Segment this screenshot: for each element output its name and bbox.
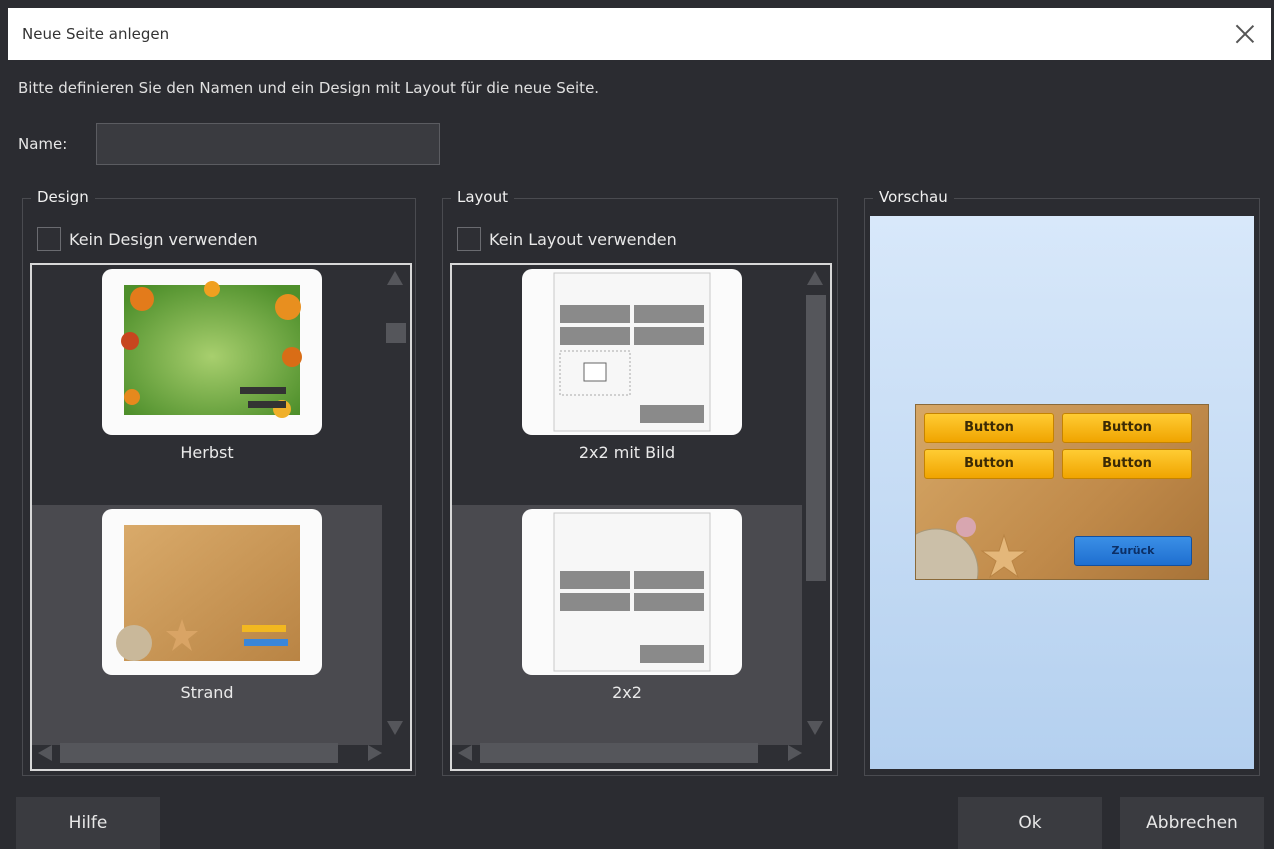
no-design-checkbox[interactable] <box>37 227 61 251</box>
scrollbar-thumb[interactable] <box>806 295 826 581</box>
layout-group-title: Layout <box>451 188 514 206</box>
scroll-up-icon[interactable] <box>807 271 823 285</box>
layout-item-2x2[interactable]: 2x2 <box>452 505 802 745</box>
design-group: Design Kein Design verwenden Herbst Stra… <box>22 188 416 776</box>
no-design-checkbox-row[interactable]: Kein Design verwenden <box>37 227 258 251</box>
layout-group: Layout Kein Layout verwenden 2x2 mit Bil… <box>442 188 838 776</box>
design-group-title: Design <box>31 188 95 206</box>
preview-button: Button <box>924 449 1054 479</box>
scroll-right-icon[interactable] <box>788 745 802 761</box>
design-thumbnail-herbst <box>102 269 322 435</box>
no-design-label: Kein Design verwenden <box>69 229 258 249</box>
no-layout-checkbox[interactable] <box>457 227 481 251</box>
layout-thumbnail-2x2-mit-bild <box>522 269 742 435</box>
layout-item-label: 2x2 <box>612 683 642 702</box>
preview-group: Vorschau Button Button Button Button Zur… <box>864 188 1260 776</box>
cancel-button[interactable]: Abbrechen <box>1120 797 1264 849</box>
scroll-up-icon[interactable] <box>387 271 403 285</box>
scroll-down-icon[interactable] <box>807 721 823 735</box>
layout-list: 2x2 mit Bild 2x2 <box>450 263 832 771</box>
name-label: Name: <box>18 135 68 153</box>
preview-panel: Button Button Button Button Zurück <box>870 216 1254 769</box>
title-bar: Neue Seite anlegen <box>8 8 1271 60</box>
no-layout-checkbox-row[interactable]: Kein Layout verwenden <box>457 227 677 251</box>
layout-horizontal-scrollbar[interactable] <box>456 741 804 765</box>
preview-back-button: Zurück <box>1074 536 1192 566</box>
name-input[interactable] <box>96 123 440 165</box>
design-horizontal-scrollbar[interactable] <box>36 741 384 765</box>
scroll-left-icon[interactable] <box>38 745 52 761</box>
design-vertical-scrollbar[interactable] <box>384 269 406 737</box>
scroll-down-icon[interactable] <box>387 721 403 735</box>
scroll-right-icon[interactable] <box>368 745 382 761</box>
layout-2x2-bild-preview <box>553 272 711 432</box>
preview-button: Button <box>924 413 1054 443</box>
ok-button[interactable]: Ok <box>958 797 1102 849</box>
intro-text: Bitte definieren Sie den Namen und ein D… <box>18 79 600 97</box>
design-item-label: Strand <box>180 683 234 702</box>
no-layout-label: Kein Layout verwenden <box>489 229 677 249</box>
preview-image: Button Button Button Button Zurück <box>915 404 1209 580</box>
design-item-herbst[interactable]: Herbst <box>32 265 382 505</box>
design-item-label: Herbst <box>180 443 234 462</box>
scrollbar-thumb[interactable] <box>386 323 406 343</box>
herbst-preview-image <box>121 281 302 418</box>
strand-preview-image <box>116 525 300 661</box>
preview-button: Button <box>1062 449 1192 479</box>
window-title: Neue Seite anlegen <box>22 25 170 43</box>
layout-item-label: 2x2 mit Bild <box>578 443 676 462</box>
design-item-strand[interactable]: Strand <box>32 505 382 745</box>
starfish-shell-image <box>916 517 1028 579</box>
layout-2x2-preview <box>553 512 711 672</box>
design-list: Herbst Strand <box>30 263 412 771</box>
scroll-left-icon[interactable] <box>458 745 472 761</box>
scrollbar-thumb[interactable] <box>480 743 758 763</box>
layout-vertical-scrollbar[interactable] <box>804 269 826 737</box>
design-thumbnail-strand <box>102 509 322 675</box>
close-icon[interactable] <box>1233 22 1257 46</box>
preview-button: Button <box>1062 413 1192 443</box>
layout-item-2x2-mit-bild[interactable]: 2x2 mit Bild <box>452 265 802 505</box>
layout-thumbnail-2x2 <box>522 509 742 675</box>
scrollbar-thumb[interactable] <box>60 743 338 763</box>
help-button[interactable]: Hilfe <box>16 797 160 849</box>
preview-group-title: Vorschau <box>873 188 954 206</box>
